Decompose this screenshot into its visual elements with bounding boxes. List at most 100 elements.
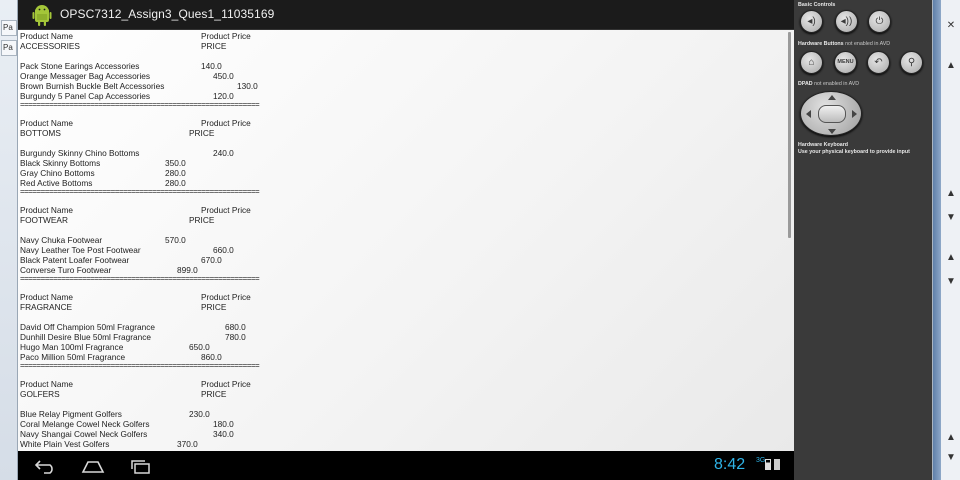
host-tab[interactable]: Pa bbox=[1, 20, 17, 36]
search-button[interactable]: ⚲ bbox=[900, 51, 923, 74]
signal-type: 3G bbox=[756, 457, 766, 464]
product-section-golfers: Product Name Product Price GOLFERS PRICE B… bbox=[20, 379, 760, 449]
product-price: 180.0 bbox=[213, 419, 234, 429]
chevron-down-icon[interactable]: ▼ bbox=[943, 274, 959, 290]
list-item: Black Skinny Bottoms 350.0 bbox=[20, 158, 760, 168]
price-label: PRICE bbox=[201, 302, 227, 312]
power-button[interactable]: ⏻ bbox=[868, 10, 891, 33]
list-item: Navy Shangai Cowel Neck Golfers 340.0 bbox=[20, 429, 760, 439]
product-price: 650.0 bbox=[189, 342, 210, 352]
chevron-up-icon[interactable]: ✕ bbox=[943, 18, 959, 34]
volume-down-icon: ◂) bbox=[807, 16, 816, 27]
host-window-left: Pa Pa bbox=[0, 0, 18, 480]
dpad-up-icon[interactable] bbox=[828, 95, 836, 100]
product-price: 899.0 bbox=[177, 265, 198, 275]
dpad-control[interactable] bbox=[800, 91, 862, 136]
status-clock: 8:42 bbox=[714, 456, 746, 473]
product-price: 350.0 bbox=[165, 158, 186, 168]
list-item: Red Active Bottoms 280.0 bbox=[20, 178, 760, 188]
product-name: David Off Champion 50ml Fragrance bbox=[20, 322, 155, 332]
column-header-price: Product Price bbox=[201, 379, 251, 389]
column-header-name: Product Name bbox=[20, 379, 74, 389]
chevron-down-icon[interactable]: ▼ bbox=[943, 450, 959, 466]
list-item: Dunhill Desire Blue 50ml Fragrance 780.0 bbox=[20, 332, 760, 342]
product-section-fragrance: Product Name Product Price FRAGRANCE PRICE… bbox=[20, 292, 760, 371]
system-nav-bar: 8:42 3G bbox=[18, 451, 794, 480]
list-item: White Plain Vest Golfers 370.0 bbox=[20, 439, 760, 449]
recent-apps-icon[interactable] bbox=[126, 457, 156, 475]
chevron-up-icon[interactable]: ▲ bbox=[943, 186, 959, 202]
price-label: PRICE bbox=[201, 389, 227, 399]
category-label: FRAGRANCE bbox=[20, 302, 73, 312]
product-price: 240.0 bbox=[213, 148, 234, 158]
section-separator: ========================================… bbox=[20, 275, 260, 283]
back-button[interactable]: ↶ bbox=[867, 51, 890, 74]
product-name: Orange Messager Bag Accessories bbox=[20, 71, 151, 81]
dpad-down-icon[interactable] bbox=[828, 129, 836, 134]
dpad-center-button[interactable] bbox=[818, 105, 846, 123]
section-separator: ========================================… bbox=[20, 188, 260, 196]
chevron-down-icon[interactable]: ▼ bbox=[943, 210, 959, 226]
category-label: BOTTOMS bbox=[20, 128, 61, 138]
home-icon[interactable] bbox=[78, 457, 108, 475]
app-title: OPSC7312_Assign3_Ques1_11035169 bbox=[60, 7, 275, 21]
product-name: Gray Chino Bottoms bbox=[20, 168, 95, 178]
list-item: Burgundy Skinny Chino Bottoms 240.0 bbox=[20, 148, 760, 158]
product-name: Burgundy 5 Panel Cap Accessories bbox=[20, 91, 151, 101]
battery-icon bbox=[774, 459, 780, 470]
product-price: 130.0 bbox=[237, 81, 258, 91]
product-name: Dunhill Desire Blue 50ml Fragrance bbox=[20, 332, 151, 342]
product-name: Navy Leather Toe Post Footwear bbox=[20, 245, 141, 255]
menu-button[interactable]: MENU bbox=[834, 51, 857, 74]
product-price: 120.0 bbox=[213, 91, 234, 101]
product-price: 570.0 bbox=[165, 235, 186, 245]
section-separator: ========================================… bbox=[20, 101, 260, 109]
scrollbar[interactable] bbox=[788, 32, 791, 238]
product-section-footwear: Product Name Product Price FOOTWEAR PRICE … bbox=[20, 205, 760, 284]
category-label: ACCESSORIES bbox=[20, 41, 80, 51]
product-section-bottoms: Product Name Product Price BOTTOMS PRICE B… bbox=[20, 118, 760, 197]
list-item: Orange Messager Bag Accessories 450.0 bbox=[20, 71, 760, 81]
product-list-scrollview[interactable]: Product Name Product Price ACCESSORIES PRI… bbox=[18, 30, 794, 451]
list-item: Paco Million 50ml Fragrance 860.0 bbox=[20, 352, 760, 362]
column-header-name: Product Name bbox=[20, 31, 74, 41]
home-button[interactable]: ⌂ bbox=[800, 51, 823, 74]
list-item: Blue Relay Pigment Golfers 230.0 bbox=[20, 409, 760, 419]
emulator-screen: OPSC7312_Assign3_Ques1_11035169 Product … bbox=[18, 0, 794, 480]
product-price: 670.0 bbox=[201, 255, 222, 265]
back-arrow-icon: ↶ bbox=[874, 57, 883, 68]
chevron-up-icon[interactable]: ▲ bbox=[943, 430, 959, 446]
product-price: 780.0 bbox=[225, 332, 246, 342]
chevron-up-icon[interactable]: ▲ bbox=[943, 250, 959, 266]
product-name: Red Active Bottoms bbox=[20, 178, 93, 188]
product-name: Hugo Man 100ml Fragrance bbox=[20, 342, 124, 352]
product-name: Coral Melange Cowel Neck Golfers bbox=[20, 419, 150, 429]
dpad-left-icon[interactable] bbox=[806, 110, 811, 118]
category-label: FOOTWEAR bbox=[20, 215, 68, 225]
price-label: PRICE bbox=[189, 215, 215, 225]
product-name: White Plain Vest Golfers bbox=[20, 439, 110, 449]
list-item: Hugo Man 100ml Fragrance 650.0 bbox=[20, 342, 760, 352]
product-price: 860.0 bbox=[201, 352, 222, 362]
price-label: PRICE bbox=[189, 128, 215, 138]
host-tab[interactable]: Pa bbox=[1, 40, 17, 56]
back-arrow-icon[interactable] bbox=[30, 457, 60, 475]
product-name: Brown Burnish Buckle Belt Accessories bbox=[20, 81, 165, 91]
android-app-icon bbox=[32, 5, 52, 26]
emulator-controls-panel: Basic Controls ◂) ◂)) ⏻ Hardware Buttons… bbox=[794, 0, 932, 480]
product-name: Burgundy Skinny Chino Bottoms bbox=[20, 148, 140, 158]
volume-down-button[interactable]: ◂) bbox=[800, 10, 823, 33]
column-header-price: Product Price bbox=[201, 292, 251, 302]
home-icon: ⌂ bbox=[808, 57, 815, 68]
host-window-right: ✕ ▲ ▲ ▼ ▲ ▼ ▲ ▼ bbox=[932, 0, 960, 480]
list-item: Navy Chuka Footwear 570.0 bbox=[20, 235, 760, 245]
column-header-price: Product Price bbox=[201, 205, 251, 215]
dpad-right-icon[interactable] bbox=[852, 110, 857, 118]
product-name: Paco Million 50ml Fragrance bbox=[20, 352, 126, 362]
volume-up-button[interactable]: ◂)) bbox=[835, 10, 858, 33]
signal-strength-icon bbox=[765, 459, 771, 470]
product-name: Black Skinny Bottoms bbox=[20, 158, 101, 168]
column-header-price: Product Price bbox=[201, 118, 251, 128]
chevron-down-icon[interactable]: ▲ bbox=[943, 58, 959, 74]
product-price: 660.0 bbox=[213, 245, 234, 255]
